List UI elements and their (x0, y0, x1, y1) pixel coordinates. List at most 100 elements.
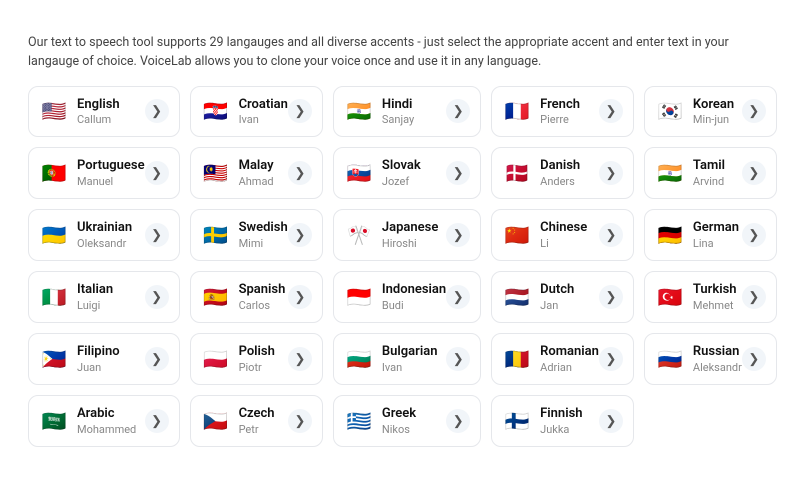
lang-voice: Mimi (239, 237, 288, 250)
flag-russian: 🇷🇺 (655, 348, 685, 370)
lang-name: Swedish (239, 220, 288, 237)
lang-arrow-button[interactable]: ❯ (145, 223, 169, 247)
lang-arrow-button[interactable]: ❯ (599, 223, 623, 247)
flag-french: 🇫🇷 (502, 100, 532, 122)
arrow-icon: ❯ (151, 165, 162, 181)
lang-arrow-button[interactable]: ❯ (742, 347, 766, 371)
lang-left: 🇭🇷 Croatian Ivan (201, 97, 288, 127)
lang-arrow-button[interactable]: ❯ (288, 161, 312, 185)
lang-arrow-button[interactable]: ❯ (145, 161, 169, 185)
lang-card-english[interactable]: 🇺🇸 English Callum ❯ (28, 86, 180, 138)
lang-card-chinese[interactable]: 🇨🇳 Chinese Li ❯ (491, 209, 634, 261)
lang-arrow-button[interactable]: ❯ (288, 223, 312, 247)
lang-left: 🇲🇾 Malay Ahmad (201, 158, 274, 188)
lang-arrow-button[interactable]: ❯ (446, 223, 470, 247)
lang-info: Hindi Sanjay (382, 97, 414, 127)
lang-card-german[interactable]: 🇩🇪 German Lina ❯ (644, 209, 777, 261)
lang-card-spanish[interactable]: 🇪🇸 Spanish Carlos ❯ (190, 271, 323, 323)
lang-card-danish[interactable]: 🇩🇰 Danish Anders ❯ (491, 147, 634, 199)
lang-card-portuguese[interactable]: 🇵🇹 Portuguese Manuel ❯ (28, 147, 180, 199)
lang-info: Spanish Carlos (239, 282, 286, 312)
languages-grid: 🇺🇸 English Callum ❯ 🇭🇷 Croatian Ivan ❯ 🇮… (28, 86, 772, 447)
lang-card-dutch[interactable]: 🇳🇱 Dutch Jan ❯ (491, 271, 634, 323)
lang-left: 🇪🇸 Spanish Carlos (201, 282, 286, 312)
lang-info: Romanian Adrian (540, 344, 599, 374)
lang-name: German (693, 220, 739, 237)
lang-arrow-button[interactable]: ❯ (446, 409, 470, 433)
lang-card-japanese[interactable]: 🎌 Japanese Hiroshi ❯ (333, 209, 481, 261)
lang-arrow-button[interactable]: ❯ (288, 409, 312, 433)
lang-voice: Ahmad (239, 175, 274, 188)
lang-arrow-button[interactable]: ❯ (599, 99, 623, 123)
lang-card-swedish[interactable]: 🇸🇪 Swedish Mimi ❯ (190, 209, 323, 261)
lang-arrow-button[interactable]: ❯ (599, 161, 623, 185)
lang-card-french[interactable]: 🇫🇷 French Pierre ❯ (491, 86, 634, 138)
flag-tamil: 🇮🇳 (655, 162, 685, 184)
lang-arrow-button[interactable]: ❯ (145, 285, 169, 309)
lang-voice: Petr (239, 423, 275, 436)
arrow-icon: ❯ (453, 103, 464, 119)
flag-hindi: 🇮🇳 (344, 100, 374, 122)
lang-card-finnish[interactable]: 🇫🇮 Finnish Jukka ❯ (491, 395, 634, 447)
lang-card-czech[interactable]: 🇨🇿 Czech Petr ❯ (190, 395, 323, 447)
lang-card-bulgarian[interactable]: 🇧🇬 Bulgarian Ivan ❯ (333, 333, 481, 385)
lang-card-russian[interactable]: 🇷🇺 Russian Aleksandr ❯ (644, 333, 777, 385)
lang-card-italian[interactable]: 🇮🇹 Italian Luigi ❯ (28, 271, 180, 323)
lang-card-arabic[interactable]: 🇸🇦 Arabic Mohammed ❯ (28, 395, 180, 447)
flag-japanese: 🎌 (344, 224, 374, 246)
lang-voice: Budi (382, 299, 446, 312)
lang-card-korean[interactable]: 🇰🇷 Korean Min-jun ❯ (644, 86, 777, 138)
flag-ukrainian: 🇺🇦 (39, 224, 69, 246)
lang-name: Finnish (540, 406, 582, 423)
lang-arrow-button[interactable]: ❯ (446, 285, 470, 309)
lang-arrow-button[interactable]: ❯ (288, 347, 312, 371)
lang-arrow-button[interactable]: ❯ (742, 161, 766, 185)
lang-name: Polish (239, 344, 275, 361)
arrow-icon: ❯ (151, 103, 162, 119)
lang-card-slovak[interactable]: 🇸🇰 Slovak Jozef ❯ (333, 147, 481, 199)
lang-card-tamil[interactable]: 🇮🇳 Tamil Arvind ❯ (644, 147, 777, 199)
lang-info: Czech Petr (239, 406, 275, 436)
lang-voice: Hiroshi (382, 237, 438, 250)
lang-card-hindi[interactable]: 🇮🇳 Hindi Sanjay ❯ (333, 86, 481, 138)
lang-arrow-button[interactable]: ❯ (145, 409, 169, 433)
lang-arrow-button[interactable]: ❯ (145, 347, 169, 371)
lang-card-ukrainian[interactable]: 🇺🇦 Ukrainian Oleksandr ❯ (28, 209, 180, 261)
lang-arrow-button[interactable]: ❯ (742, 99, 766, 123)
lang-arrow-button[interactable]: ❯ (288, 99, 312, 123)
lang-card-turkish[interactable]: 🇹🇷 Turkish Mehmet ❯ (644, 271, 777, 323)
lang-arrow-button[interactable]: ❯ (599, 285, 623, 309)
lang-info: Turkish Mehmet (693, 282, 737, 312)
lang-card-malay[interactable]: 🇲🇾 Malay Ahmad ❯ (190, 147, 323, 199)
lang-arrow-button[interactable]: ❯ (446, 347, 470, 371)
flag-finnish: 🇫🇮 (502, 410, 532, 432)
lang-card-filipino[interactable]: 🇵🇭 Filipino Juan ❯ (28, 333, 180, 385)
lang-arrow-button[interactable]: ❯ (599, 409, 623, 433)
lang-left: 🇺🇦 Ukrainian Oleksandr (39, 220, 132, 250)
flag-bulgarian: 🇧🇬 (344, 348, 374, 370)
lang-left: 🇵🇭 Filipino Juan (39, 344, 120, 374)
lang-arrow-button[interactable]: ❯ (742, 223, 766, 247)
lang-card-indonesian[interactable]: 🇮🇩 Indonesian Budi ❯ (333, 271, 481, 323)
lang-arrow-button[interactable]: ❯ (145, 99, 169, 123)
arrow-icon: ❯ (294, 351, 305, 367)
lang-left: 🇸🇰 Slovak Jozef (344, 158, 421, 188)
lang-info: Slovak Jozef (382, 158, 421, 188)
flag-polish: 🇵🇱 (201, 348, 231, 370)
lang-card-greek[interactable]: 🇬🇷 Greek Nikos ❯ (333, 395, 481, 447)
lang-name: Romanian (540, 344, 599, 361)
lang-arrow-button[interactable]: ❯ (742, 285, 766, 309)
lang-card-romanian[interactable]: 🇷🇴 Romanian Adrian ❯ (491, 333, 634, 385)
lang-arrow-button[interactable]: ❯ (599, 347, 623, 371)
lang-left: 🇬🇷 Greek Nikos (344, 406, 416, 436)
lang-card-polish[interactable]: 🇵🇱 Polish Piotr ❯ (190, 333, 323, 385)
arrow-icon: ❯ (605, 289, 616, 305)
lang-arrow-button[interactable]: ❯ (446, 99, 470, 123)
lang-card-croatian[interactable]: 🇭🇷 Croatian Ivan ❯ (190, 86, 323, 138)
lang-arrow-button[interactable]: ❯ (288, 285, 312, 309)
lang-arrow-button[interactable]: ❯ (446, 161, 470, 185)
flag-czech: 🇨🇿 (201, 410, 231, 432)
lang-left: 🇮🇹 Italian Luigi (39, 282, 113, 312)
flag-dutch: 🇳🇱 (502, 286, 532, 308)
lang-left: 🇮🇳 Tamil Arvind (655, 158, 725, 188)
